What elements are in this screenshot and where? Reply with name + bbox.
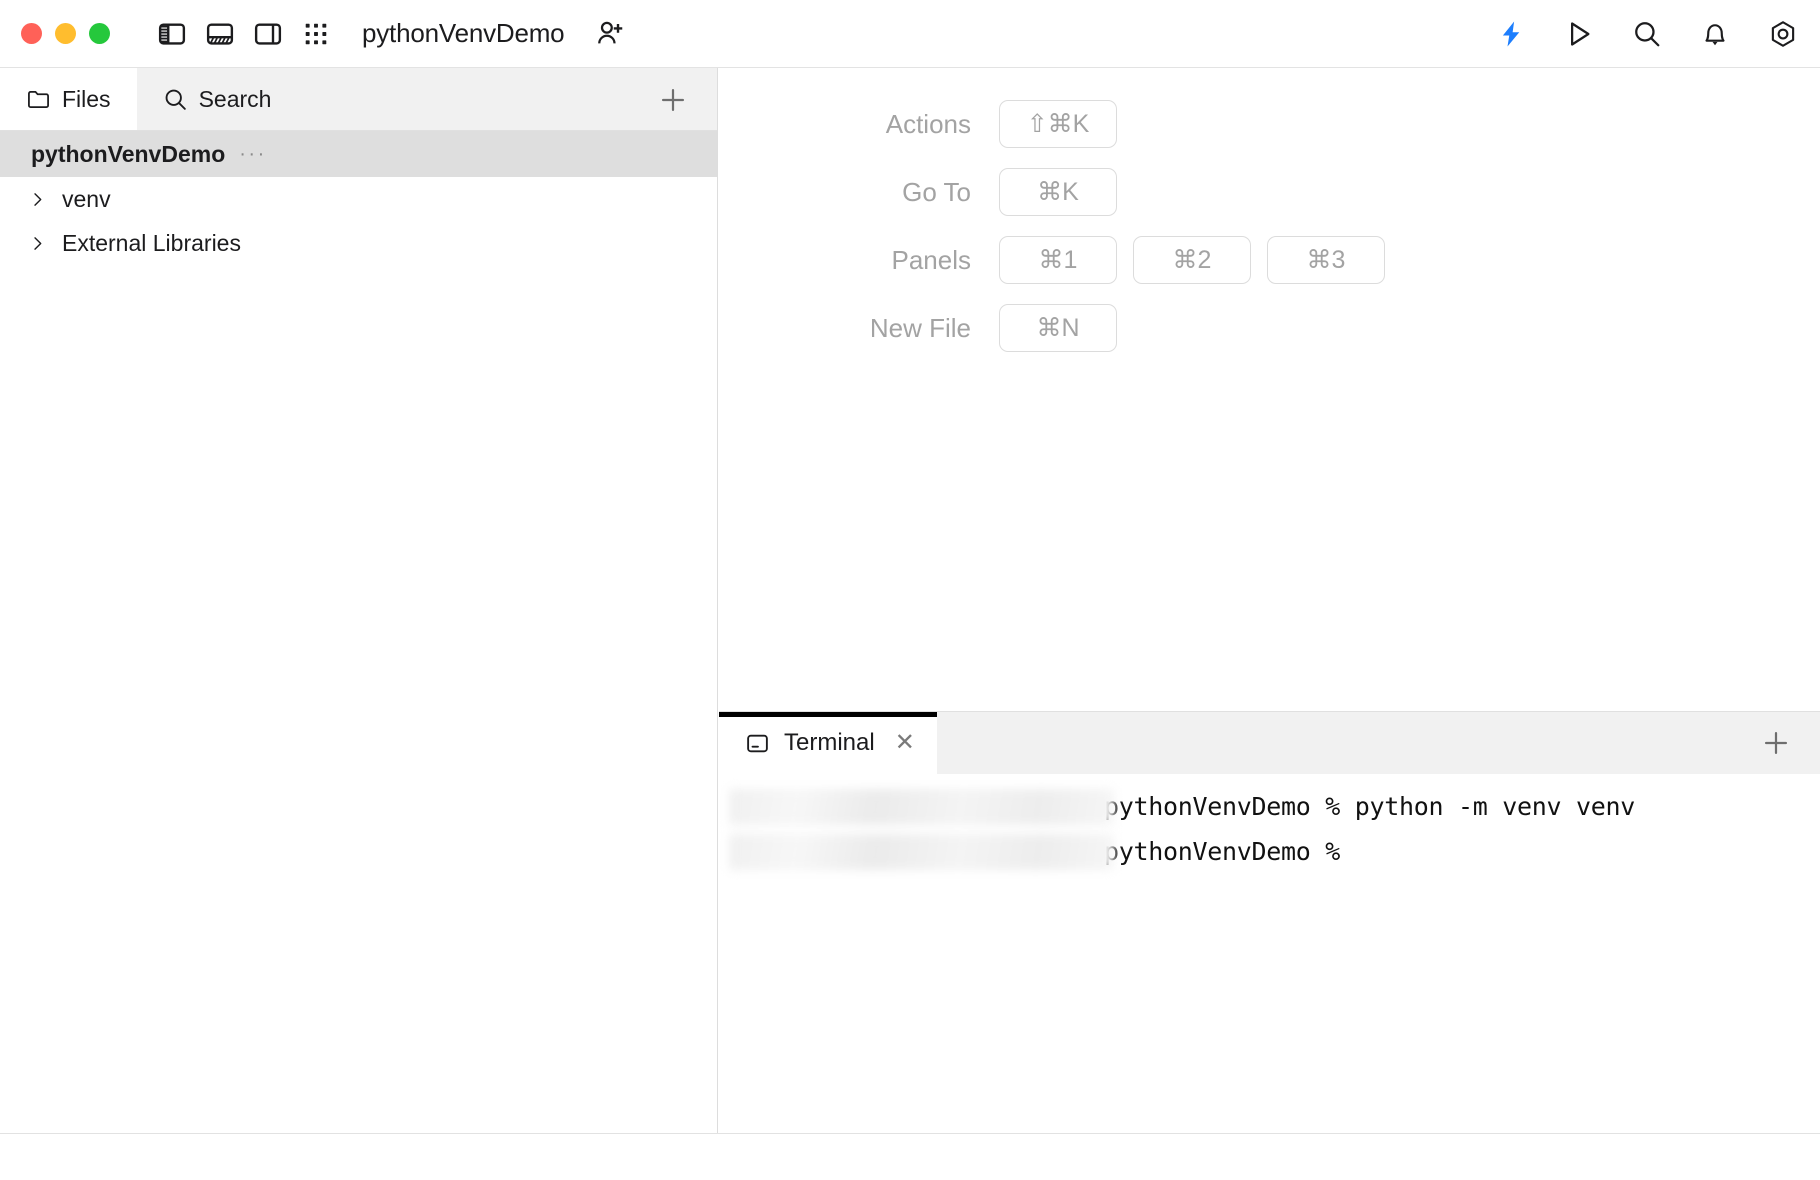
sidebar-tab-search-label: Search	[198, 85, 272, 112]
editor-area: Actions ⇧⌘K Go To ⌘K Panels ⌘1 ⌘2 ⌘3 New…	[719, 68, 1820, 711]
tree-item-project-label: pythonVenvDemo	[31, 140, 226, 167]
chevron-right-icon[interactable]	[24, 191, 50, 208]
titlebar: pythonVenvDemo	[0, 0, 1820, 68]
shortcut-label-panels: Panels	[891, 244, 972, 275]
window-title: pythonVenvDemo	[362, 18, 565, 48]
sidebar-tab-files-label: Files	[62, 85, 111, 112]
app-window: pythonVenvDemo Files Search pythonVenvDe…	[0, 0, 1820, 1180]
keycap-panel-1[interactable]: ⌘1	[999, 236, 1117, 284]
assistant-button[interactable]	[1488, 11, 1534, 57]
lightning-icon	[1496, 19, 1526, 49]
terminal-add-button[interactable]	[1754, 712, 1798, 774]
toggle-right-panel-icon	[253, 19, 283, 49]
tree-item-external-libraries[interactable]: External Libraries	[0, 221, 717, 265]
terminal-tabbar: Terminal ✕	[719, 712, 1820, 774]
run-button[interactable]	[1556, 11, 1602, 57]
search-icon	[1632, 19, 1662, 49]
apps-grid-button[interactable]	[292, 10, 340, 58]
terminal-line: pythonVenvDemo %	[719, 829, 1820, 874]
file-tree: pythonVenvDemo ··· venv External Librari…	[0, 131, 717, 265]
keycap-go-to[interactable]: ⌘K	[999, 168, 1117, 216]
keycap-new-file[interactable]: ⌘N	[999, 304, 1117, 352]
search-icon	[163, 87, 188, 112]
project-options-button[interactable]: ···	[239, 143, 266, 166]
sidebar-tab-files[interactable]: Files	[0, 68, 137, 130]
folder-icon	[26, 87, 51, 112]
bell-icon	[1700, 19, 1730, 49]
terminal-tab[interactable]: Terminal ✕	[719, 712, 937, 774]
apps-grid-icon	[303, 21, 329, 47]
plus-icon	[659, 86, 687, 114]
close-window-button[interactable]	[21, 23, 42, 44]
terminal-tab-label: Terminal	[784, 729, 875, 756]
add-person-icon	[595, 19, 625, 49]
search-button[interactable]	[1624, 11, 1670, 57]
terminal-line-text: pythonVenvDemo %	[1104, 837, 1341, 866]
shortcut-hints: Actions ⇧⌘K Go To ⌘K Panels ⌘1 ⌘2 ⌘3 New…	[719, 100, 1539, 352]
keycap-actions[interactable]: ⇧⌘K	[999, 100, 1117, 148]
redacted-path	[729, 833, 1114, 870]
shortcut-keys-actions: ⇧⌘K	[999, 100, 1539, 148]
terminal-tab-close-button[interactable]: ✕	[895, 731, 915, 755]
terminal-line: pythonVenvDemo % python -m venv venv	[719, 784, 1820, 829]
window-controls	[21, 23, 110, 44]
plus-icon	[1762, 729, 1790, 757]
sidebar: Files Search pythonVenvDemo ··· venv Ext…	[0, 68, 718, 1133]
terminal-panel: Terminal ✕ pythonVenvDemo % python -m ve…	[719, 711, 1820, 1133]
shortcut-keys-panels: ⌘1 ⌘2 ⌘3	[999, 236, 1539, 284]
maximize-window-button[interactable]	[89, 23, 110, 44]
terminal-icon	[745, 731, 770, 756]
toggle-bottom-panel-icon	[205, 19, 235, 49]
toggle-bottom-panel-button[interactable]	[196, 10, 244, 58]
settings-button[interactable]	[1760, 11, 1806, 57]
notifications-button[interactable]	[1692, 11, 1738, 57]
tree-item-venv-label: venv	[62, 185, 111, 212]
bottom-edge	[0, 1133, 1820, 1180]
terminal-line-text: pythonVenvDemo % python -m venv venv	[1104, 792, 1636, 821]
toggle-left-panel-icon	[157, 19, 187, 49]
shortcut-label-go-to: Go To	[902, 176, 971, 207]
sidebar-add-button[interactable]	[651, 68, 695, 131]
tree-item-venv[interactable]: venv	[0, 177, 717, 221]
toolbar-right-group	[1488, 0, 1806, 68]
chevron-right-icon[interactable]	[24, 235, 50, 252]
sidebar-tabbar: Files Search	[0, 68, 717, 131]
toggle-right-panel-button[interactable]	[244, 10, 292, 58]
shortcut-keys-new-file: ⌘N	[999, 304, 1539, 352]
run-icon	[1564, 19, 1594, 49]
sidebar-tab-search[interactable]: Search	[137, 68, 298, 130]
settings-icon	[1768, 19, 1798, 49]
redacted-path	[729, 788, 1114, 825]
shortcut-label-actions: Actions	[885, 108, 971, 139]
shortcut-keys-go-to: ⌘K	[999, 168, 1539, 216]
shortcut-label-new-file: New File	[869, 312, 971, 343]
tree-item-project[interactable]: pythonVenvDemo ···	[0, 131, 717, 177]
add-person-button[interactable]	[586, 10, 634, 58]
keycap-panel-3[interactable]: ⌘3	[1267, 236, 1385, 284]
keycap-panel-2[interactable]: ⌘2	[1133, 236, 1251, 284]
terminal-output[interactable]: pythonVenvDemo % python -m venv venv pyt…	[719, 774, 1820, 1133]
tree-item-external-libraries-label: External Libraries	[62, 229, 241, 256]
toggle-left-panel-button[interactable]	[148, 10, 196, 58]
panel-toggle-group	[148, 10, 340, 58]
minimize-window-button[interactable]	[55, 23, 76, 44]
